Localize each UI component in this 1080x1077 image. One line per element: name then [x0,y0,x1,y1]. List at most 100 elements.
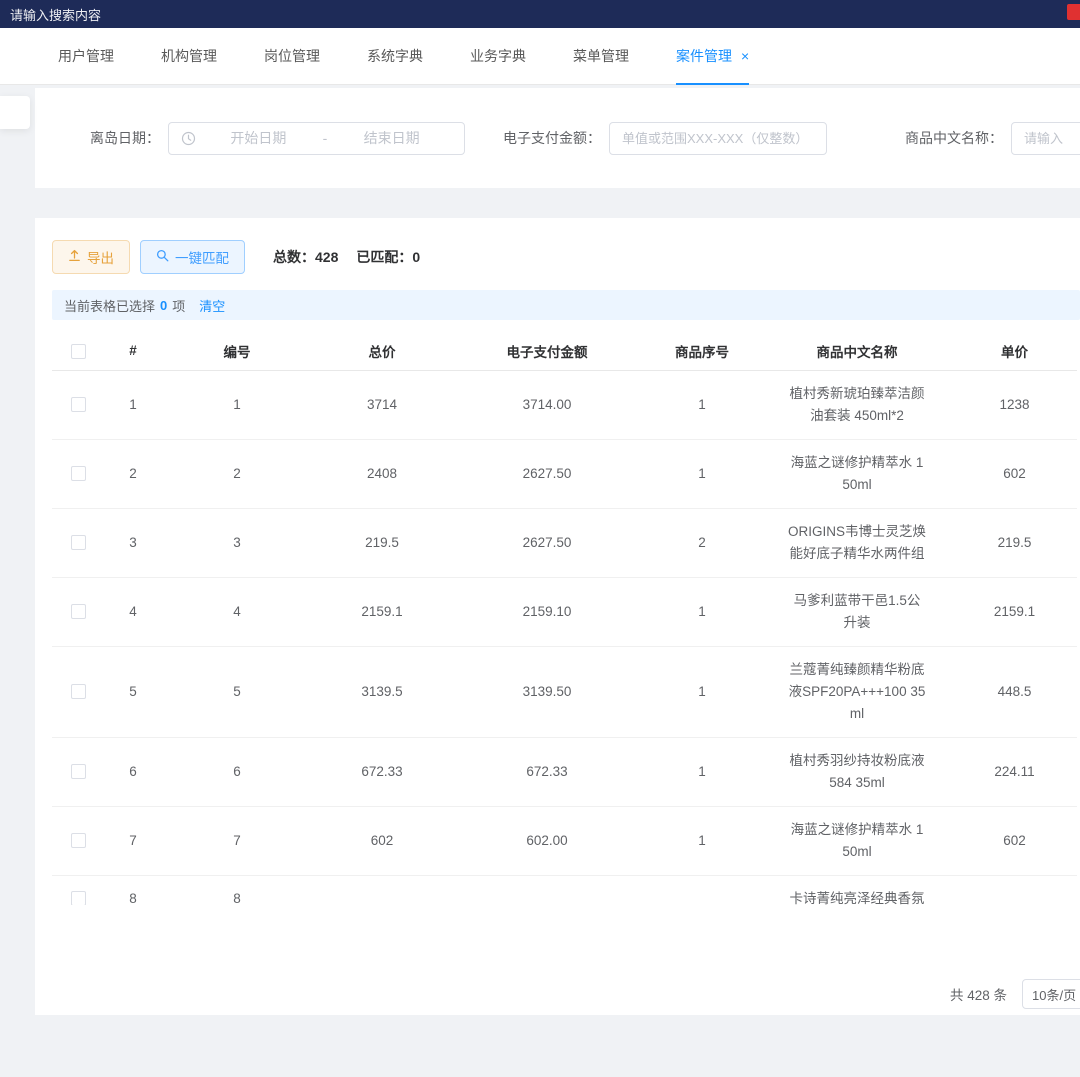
match-button-label: 一键匹配 [175,247,229,267]
tab-label: 案件管理 [676,46,732,66]
pagination-footer: 共 428 条 10条/页 ▾ [35,978,1080,1010]
tab-label: 菜单管理 [573,46,629,66]
cell-code: 5 [162,646,312,737]
row-checkbox[interactable] [71,397,86,412]
cell-epay-amount: 602.00 [452,806,642,875]
tab-case-mgmt[interactable]: 案件管理 × [676,28,749,84]
table-row: 6 6 672.33 672.33 1 植村秀羽纱持妆粉底液 584 35ml … [52,737,1077,806]
tab-menu-mgmt[interactable]: 菜单管理 [573,28,629,84]
cell-product-seq: 1 [642,439,762,508]
cell-total-price: 3139.5 [312,646,452,737]
cell-product-name: 兰蔻菁纯臻颜精华粉底液SPF20PA+++100 35ml [762,646,952,737]
cell-index: 7 [104,806,162,875]
cell-index: 4 [104,577,162,646]
clock-icon [181,131,196,146]
cell-epay-amount: 2159.10 [452,577,642,646]
export-button[interactable]: 导出 [52,240,130,274]
cell-total-price: 219.5 [312,508,452,577]
cell-epay-amount: 672.33 [452,737,642,806]
cell-product-seq: 2 [642,508,762,577]
tab-label: 岗位管理 [264,46,320,66]
col-unit-price: 单价 [952,332,1077,370]
matched-count-label: 已匹配： [356,247,412,267]
cell-product-name: 海蓝之谜修护精萃水 150ml [762,439,952,508]
cell-unit-price: 602 [952,439,1077,508]
global-search-input[interactable]: 请输入搜索内容 [10,5,101,24]
tab-business-dict[interactable]: 业务字典 [470,28,526,84]
tab-post-mgmt[interactable]: 岗位管理 [264,28,320,84]
row-checkbox[interactable] [71,535,86,550]
amount-input[interactable] [609,122,827,155]
matched-count-value: 0 [412,249,420,265]
cell-unit-price: 219.5 [952,508,1077,577]
main-panel: 导出 一键匹配 总数： 428 已匹配： 0 当前表格已选择 0 项 清空 [35,218,1080,1015]
product-filter-label: 商品中文名称： [905,128,1003,148]
row-checkbox[interactable] [71,891,86,905]
cell-select [52,737,104,806]
page-size-value: 10条/页 [1032,985,1076,1004]
col-index: # [104,332,162,370]
date-separator: - [319,130,332,146]
select-all-checkbox[interactable] [71,344,86,359]
cell-code: 4 [162,577,312,646]
cell-unit-price [952,875,1077,905]
footer-total-count: 共 428 条 [950,984,1007,1004]
data-table: # 编号 总价 电子支付金额 商品序号 商品中文名称 单价 1 1 3714 3… [52,332,1080,905]
cell-total-price: 602 [312,806,452,875]
one-click-match-button[interactable]: 一键匹配 [140,240,245,274]
cell-epay-amount [452,875,642,905]
filter-product-group: 商品中文名称： [905,122,1080,155]
tab-org-mgmt[interactable]: 机构管理 [161,28,217,84]
row-checkbox[interactable] [71,684,86,699]
tab-user-mgmt[interactable]: 用户管理 [58,28,114,84]
date-range-input[interactable]: 开始日期 - 结束日期 [168,122,465,155]
cell-select [52,439,104,508]
table-row: 2 2 2408 2627.50 1 海蓝之谜修护精萃水 150ml 602 [52,439,1077,508]
table-row: 7 7 602 602.00 1 海蓝之谜修护精萃水 150ml 602 [52,806,1077,875]
col-code: 编号 [162,332,312,370]
filter-date-group: 离岛日期： 开始日期 - 结束日期 [90,122,465,155]
cell-product-seq: 1 [642,646,762,737]
cell-product-seq: 1 [642,806,762,875]
row-checkbox[interactable] [71,764,86,779]
collapsed-panel-handle[interactable] [0,96,30,129]
cell-total-price: 3714 [312,370,452,439]
total-count-label: 总数： [273,247,315,267]
product-name-input[interactable] [1011,122,1080,155]
amount-filter-label: 电子支付金额： [503,128,601,148]
row-checkbox[interactable] [71,833,86,848]
col-product-name: 商品中文名称 [762,332,952,370]
tab-label: 机构管理 [161,46,217,66]
match-counts: 总数： 428 已匹配： 0 [273,247,420,267]
tab-close-icon[interactable]: × [741,49,749,63]
table-row: 3 3 219.5 2627.50 2 ORIGINS韦博士灵芝焕能好底子精华水… [52,508,1077,577]
cell-product-name: 马爹利蓝带干邑1.5公升装 [762,577,952,646]
table-row: 5 5 3139.5 3139.50 1 兰蔻菁纯臻颜精华粉底液SPF20PA+… [52,646,1077,737]
cell-select [52,875,104,905]
col-epay-amount: 电子支付金额 [452,332,642,370]
col-product-seq: 商品序号 [642,332,762,370]
cell-index: 8 [104,875,162,905]
table-row: 4 4 2159.1 2159.10 1 马爹利蓝带干邑1.5公升装 2159.… [52,577,1077,646]
cell-code: 1 [162,370,312,439]
cell-code: 8 [162,875,312,905]
cell-epay-amount: 2627.50 [452,439,642,508]
selection-suffix: 项 [172,296,185,315]
cell-select [52,646,104,737]
row-checkbox[interactable] [71,604,86,619]
cell-index: 2 [104,439,162,508]
selection-prefix: 当前表格已选择 [64,296,155,315]
cell-product-seq [642,875,762,905]
table-toolbar: 导出 一键匹配 总数： 428 已匹配： 0 [35,218,1080,274]
cell-index: 5 [104,646,162,737]
page-size-select[interactable]: 10条/页 ▾ [1022,979,1080,1009]
cell-select [52,508,104,577]
date-end-placeholder: 结束日期 [331,128,452,148]
row-checkbox[interactable] [71,466,86,481]
cell-product-seq: 1 [642,370,762,439]
clear-selection-link[interactable]: 清空 [199,296,225,315]
tab-system-dict[interactable]: 系统字典 [367,28,423,84]
tab-label: 系统字典 [367,46,423,66]
selection-count: 0 [160,298,167,313]
cell-index: 3 [104,508,162,577]
